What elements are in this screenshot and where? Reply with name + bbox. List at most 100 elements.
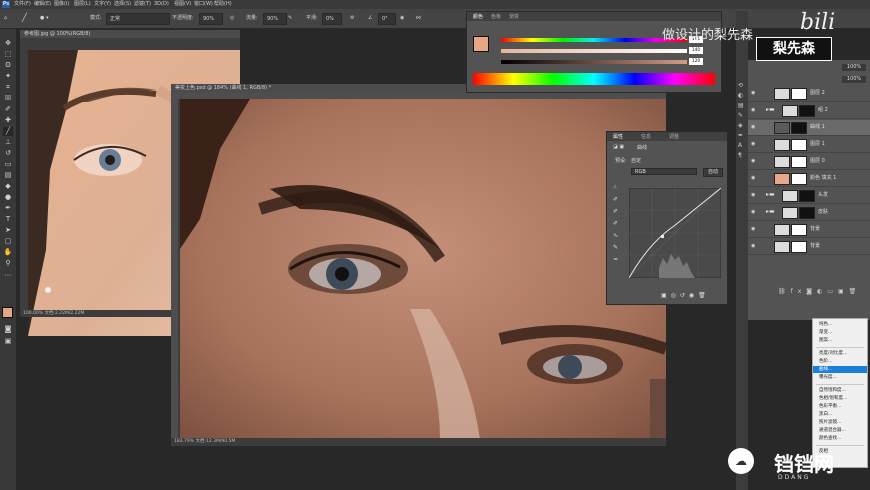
context-menu-item[interactable]: 自然饱和度... — [813, 387, 867, 394]
curve-point-mode-icon[interactable]: ∿ — [613, 230, 618, 242]
group-folder-icon[interactable]: ▸▬ — [766, 191, 775, 198]
g-slider-track[interactable] — [501, 49, 687, 53]
layer-visibility-eye-icon[interactable]: ◉ — [751, 175, 758, 182]
smooth-curve-icon[interactable]: ≈ — [613, 254, 618, 266]
adjustments-panel-icon[interactable]: ◐ — [738, 91, 744, 101]
layer-row[interactable]: ◉ ▸▬ 头发 — [748, 188, 870, 204]
b-slider-track[interactable] — [501, 60, 687, 64]
menu-item[interactable]: 视图(V) — [174, 0, 191, 9]
frame-tool-icon[interactable]: ☒ — [3, 94, 13, 103]
brush-tool-icon[interactable]: ╱ — [3, 127, 13, 136]
context-menu-item[interactable]: 曲线... — [813, 366, 867, 373]
context-menu-item[interactable]: 亮度/对比度... — [813, 350, 867, 357]
black-point-eyedropper-icon[interactable]: ✐ — [613, 194, 618, 206]
history-brush-tool-icon[interactable]: ↺ — [3, 149, 13, 158]
tab-properties[interactable]: 属性 — [613, 133, 623, 140]
context-menu-item[interactable]: 色阶... — [813, 358, 867, 365]
healing-brush-tool-icon[interactable]: ✚ — [3, 116, 13, 125]
blur-tool-icon[interactable]: ◆ — [3, 182, 13, 191]
layer-mask-thumbnail[interactable] — [791, 88, 807, 100]
layer-row[interactable]: ◉ ▸▬ 组 2 — [748, 103, 870, 119]
eyedropper-tool-icon[interactable]: ✐ — [3, 105, 13, 114]
eraser-tool-icon[interactable]: ▭ — [3, 160, 13, 169]
pen-tool-icon[interactable]: ✒ — [3, 204, 13, 213]
zoom-tool-icon[interactable]: ⚲ — [3, 259, 13, 268]
channels-panel-icon[interactable]: ◈ — [738, 121, 744, 131]
layers-footer-icons[interactable]: ⛓fx◙◐▭▣🗑 — [778, 288, 861, 295]
layer-visibility-eye-icon[interactable]: ◉ — [751, 107, 758, 114]
layer-visibility-eye-icon[interactable]: ◉ — [751, 158, 758, 165]
context-menu-item[interactable]: 颜色查找... — [813, 435, 867, 442]
layer-mask-thumbnail[interactable] — [791, 224, 807, 236]
move-tool-icon[interactable]: ✥ — [3, 39, 13, 48]
tab-gradients[interactable]: 渐变 — [509, 13, 519, 20]
layer-mask-thumbnail[interactable] — [799, 190, 815, 202]
pressure-opacity-icon[interactable]: ◎ — [230, 13, 234, 23]
context-menu-item[interactable]: 通道混合器... — [813, 427, 867, 434]
gray-point-eyedropper-icon[interactable]: ✐ — [613, 206, 618, 218]
layer-mask-thumbnail[interactable] — [799, 207, 815, 219]
layer-visibility-eye-icon[interactable]: ◉ — [751, 141, 758, 148]
tab-adjustments[interactable]: 调整 — [669, 133, 679, 140]
g-value-field[interactable]: 140 — [689, 47, 703, 54]
layer-mask-thumbnail[interactable] — [791, 122, 807, 134]
paths-panel-icon[interactable]: ✒ — [738, 131, 744, 141]
menu-item[interactable]: 文件(F) — [14, 0, 31, 9]
context-menu-item[interactable]: 色彩平衡... — [813, 403, 867, 410]
symmetry-icon[interactable]: ⋈ — [416, 13, 421, 23]
quick-mask-icon[interactable]: ◙ — [3, 325, 13, 334]
screen-mode-icon[interactable]: ▣ — [3, 337, 13, 346]
menu-item[interactable]: 图层(L) — [74, 0, 91, 9]
mode-select[interactable]: 正常 — [106, 13, 170, 25]
tab-info[interactable]: 信息 — [641, 133, 651, 140]
menu-item[interactable]: 图像(I) — [54, 0, 69, 9]
layer-row[interactable]: ◉ 背景 — [748, 239, 870, 255]
brush-preset-picker[interactable]: ● ▾ — [40, 13, 64, 23]
layer-mask-thumbnail[interactable] — [791, 139, 807, 151]
foreground-color-swatch[interactable] — [2, 307, 13, 318]
type-tool-icon[interactable]: T — [3, 215, 13, 224]
layer-row[interactable]: ◉ 颜色 填充 1 — [748, 171, 870, 187]
auto-button[interactable]: 自动 — [703, 168, 723, 177]
smoothing-input[interactable]: 0% — [322, 13, 342, 25]
context-menu-item[interactable]: 渐变... — [813, 329, 867, 336]
context-menu-item[interactable]: 纯色... — [813, 321, 867, 328]
context-menu-item[interactable]: 色相/饱和度... — [813, 395, 867, 402]
curve-graph[interactable] — [629, 188, 721, 278]
layer-visibility-eye-icon[interactable]: ◉ — [751, 209, 758, 216]
layer-opacity-input[interactable]: 100% — [842, 64, 866, 71]
clone-stamp-tool-icon[interactable]: ⊥ — [3, 138, 13, 147]
layer-mask-thumbnail[interactable] — [791, 156, 807, 168]
flow-input[interactable]: 90% — [263, 13, 287, 25]
menu-item[interactable]: 3D(D) — [154, 0, 169, 9]
opacity-input[interactable]: 90% — [199, 13, 223, 25]
menu-item[interactable]: 文字(Y) — [94, 0, 111, 9]
layer-row[interactable]: ◉ 背景 — [748, 222, 870, 238]
history-panel-icon[interactable]: ⟲ — [738, 81, 744, 91]
lasso-tool-icon[interactable]: ʘ — [3, 61, 13, 70]
more-tools-icon[interactable]: ⋯ — [3, 271, 13, 280]
menu-item[interactable]: 帮助(H) — [214, 0, 232, 9]
context-menu-item[interactable]: 图案... — [813, 337, 867, 344]
layer-row[interactable]: ◉ ▸▬ 皮肤 — [748, 205, 870, 221]
crop-tool-icon[interactable]: ⌗ — [3, 83, 13, 92]
reference-document-tab[interactable]: 参考图.jpg @ 100%(RGB/8) — [20, 30, 240, 38]
context-menu-item[interactable]: 曝光度... — [813, 374, 867, 381]
airbrush-icon[interactable]: ✎ — [288, 13, 292, 23]
r-slider-track[interactable] — [501, 38, 687, 42]
white-point-eyedropper-icon[interactable]: ✐ — [613, 218, 618, 230]
layer-row[interactable]: ◉ 曲线 1 — [748, 120, 870, 136]
menu-item[interactable]: 滤镜(T) — [134, 0, 151, 9]
context-menu-item[interactable]: 黑白... — [813, 411, 867, 418]
brush-panel-icon[interactable]: ✎ — [738, 111, 744, 121]
dodge-tool-icon[interactable]: ● — [3, 193, 13, 202]
layer-row[interactable]: ◉ 图层 0 — [748, 154, 870, 170]
character-panel-icon[interactable]: A — [738, 141, 744, 151]
context-menu-item[interactable]: 照片滤镜... — [813, 419, 867, 426]
channel-select[interactable]: RGB — [631, 168, 697, 175]
libraries-panel-icon[interactable]: ▤ — [738, 101, 744, 111]
path-select-tool-icon[interactable]: ➤ — [3, 226, 13, 235]
menu-item[interactable]: 编辑(E) — [34, 0, 51, 9]
layer-mask-thumbnail[interactable] — [799, 105, 815, 117]
properties-footer-icons[interactable]: ▣◎↺◉🗑 — [661, 292, 710, 299]
